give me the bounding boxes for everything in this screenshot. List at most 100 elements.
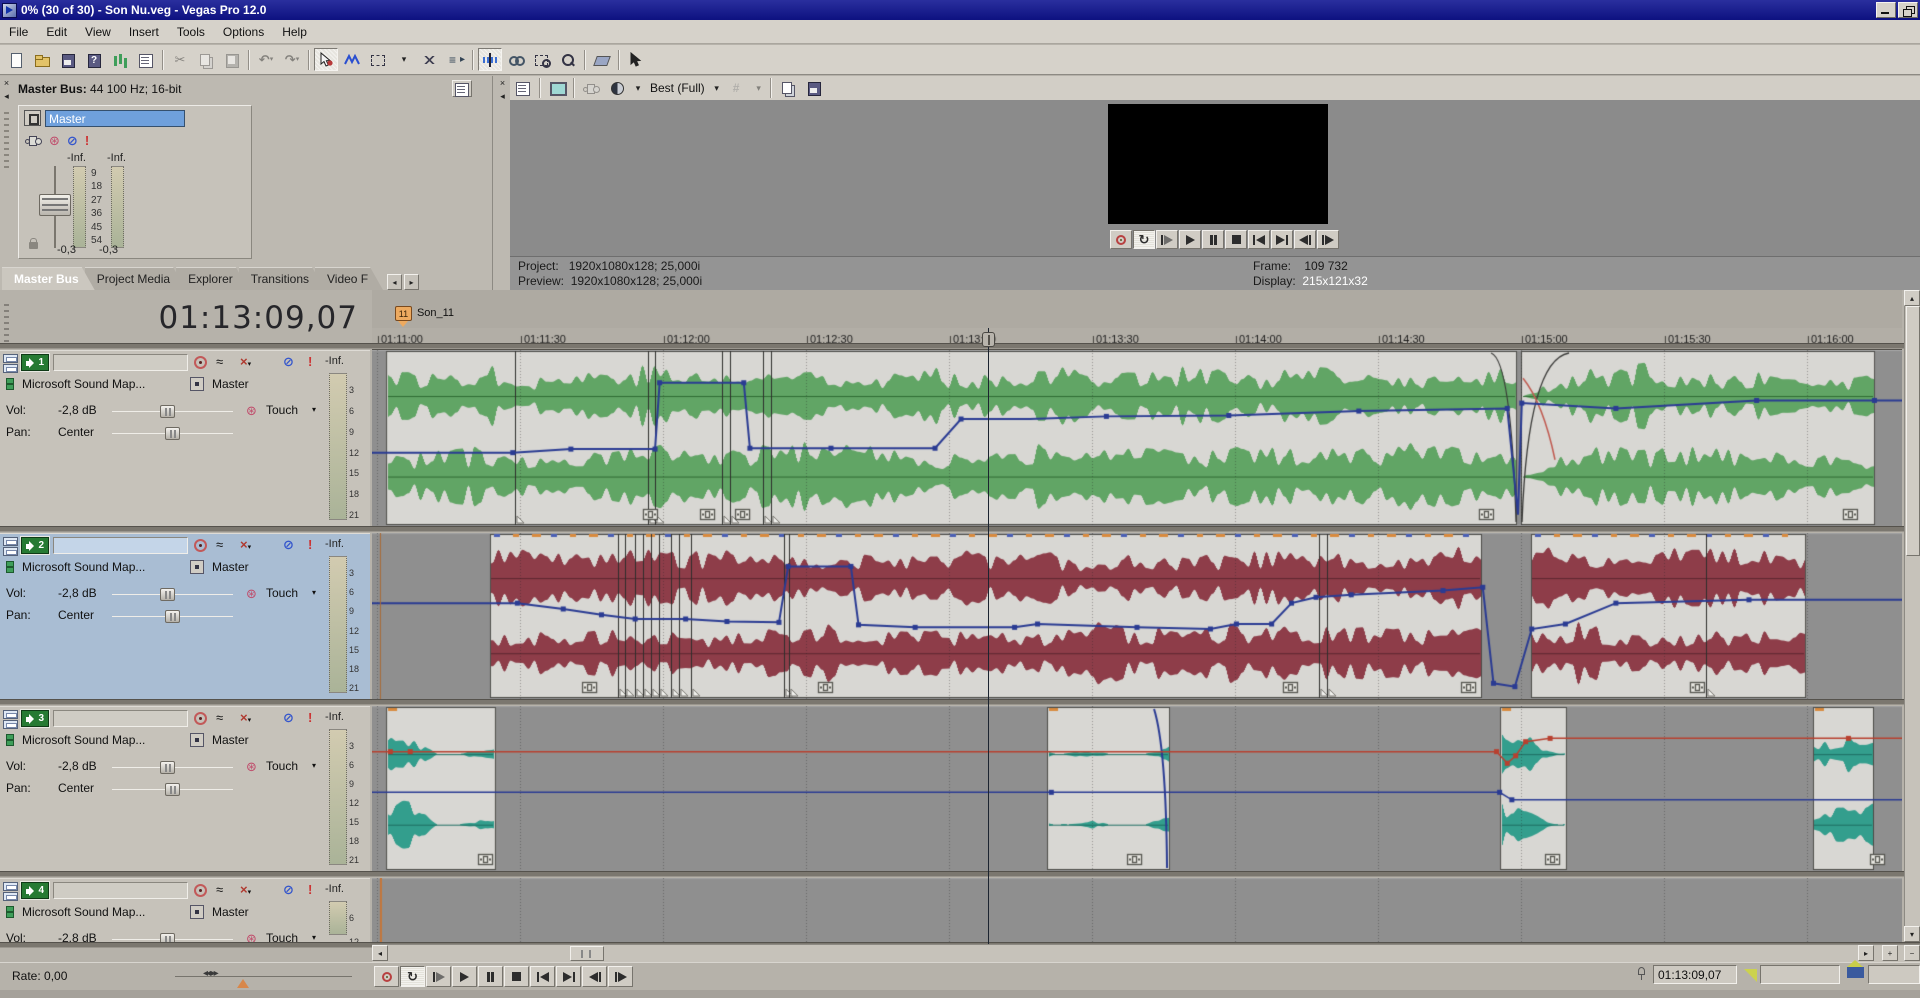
automation-mode[interactable]: Touch — [266, 403, 298, 417]
zoom-out-button[interactable]: − — [1904, 945, 1920, 961]
go-to-end-button[interactable] — [1271, 230, 1293, 249]
open-project-button[interactable] — [30, 48, 54, 71]
automation-settings-icon[interactable]: ⊛ — [246, 759, 257, 775]
vol-value-slider-handle[interactable] — [160, 405, 175, 418]
import-media-button[interactable] — [108, 48, 132, 71]
track-minimize-icon[interactable] — [3, 354, 18, 363]
bus-assign-icon[interactable] — [190, 560, 204, 574]
envelope-edit-tool-button[interactable] — [340, 48, 364, 71]
tab-master-bus[interactable]: Master Bus — [2, 267, 95, 290]
pan-value-slider-handle[interactable] — [165, 610, 180, 623]
menu-view[interactable]: View — [76, 22, 120, 42]
whats-this-help-button[interactable] — [624, 48, 648, 71]
track-device[interactable]: Microsoft Sound Map... — [22, 377, 145, 391]
selection-start-field[interactable] — [1760, 965, 1840, 984]
automation-mode[interactable]: Touch — [266, 931, 298, 942]
master-bus-icon[interactable] — [24, 110, 41, 126]
lock-icon[interactable] — [29, 242, 38, 249]
grid-overlay-button[interactable] — [726, 78, 750, 99]
external-monitor-button[interactable] — [545, 78, 569, 99]
track-fx-icon[interactable]: ×▾ — [240, 710, 251, 729]
edit-tool-dropdown-button[interactable]: ▾ — [392, 48, 416, 71]
selection-edit-tool-button[interactable] — [366, 48, 390, 71]
pause-button[interactable] — [1202, 230, 1224, 249]
pan-value-slider-handle[interactable] — [165, 783, 180, 796]
play-from-start-button[interactable] — [426, 966, 451, 987]
go-to-start-button[interactable] — [1248, 230, 1270, 249]
track-name-input[interactable] — [53, 882, 188, 899]
automation-mode-dropdown-icon[interactable]: ▾ — [312, 405, 316, 414]
mute-icon[interactable]: ⊘ — [283, 537, 294, 553]
close-dock-icon[interactable]: × — [1, 78, 12, 89]
scroll-down-icon[interactable]: ▾ — [1904, 926, 1920, 942]
solo-icon[interactable]: ! — [308, 354, 312, 370]
bus-assign-icon[interactable] — [190, 733, 204, 747]
record-button[interactable] — [1110, 230, 1132, 249]
play-from-start-button[interactable] — [1156, 230, 1178, 249]
insert-fx-icon[interactable] — [6, 734, 14, 746]
paste-button[interactable] — [220, 48, 244, 71]
solo-icon[interactable]: ! — [85, 134, 89, 147]
rate-scrub-handle[interactable]: ◂◂▪▸▸ — [203, 968, 217, 979]
track-minimize-icon[interactable] — [3, 882, 18, 891]
track-header-4[interactable]: 4≈×▾⊘!Microsoft Sound Map...MasterVol:-2… — [0, 878, 370, 942]
video-output-fx-button[interactable] — [579, 78, 603, 99]
track-fx-icon[interactable]: ×▾ — [240, 882, 251, 901]
edit-details-icon[interactable] — [452, 80, 472, 97]
track-name-input[interactable] — [53, 354, 188, 371]
split-screen-dropdown-icon[interactable]: ▾ — [631, 78, 645, 99]
pause-button[interactable] — [478, 966, 503, 987]
bus-fx-icon[interactable] — [24, 132, 42, 148]
track-minimize-icon[interactable] — [3, 710, 18, 719]
pan-value-slider-handle[interactable] — [165, 427, 180, 440]
enable-snapping-button[interactable] — [478, 48, 502, 71]
automation-mode-dropdown-icon[interactable]: ▾ — [312, 761, 316, 770]
track-maximize-icon[interactable] — [3, 547, 18, 556]
automation-settings-icon[interactable]: ⊛ — [246, 586, 257, 602]
next-frame-button[interactable] — [1317, 230, 1339, 249]
arm-record-icon[interactable] — [194, 712, 207, 725]
tab-video-f[interactable]: Video F — [315, 267, 383, 290]
undock-preview-icon[interactable]: ◂ — [497, 91, 508, 102]
track-envelope-icon[interactable]: ≈ — [216, 354, 223, 370]
zoom-selection-button[interactable] — [530, 48, 554, 71]
tab-explorer[interactable]: Explorer — [176, 267, 249, 290]
track-device[interactable]: Microsoft Sound Map... — [22, 733, 145, 747]
mute-icon[interactable]: ⊘ — [283, 710, 294, 726]
tab-scroll-right-icon[interactable]: ▸ — [404, 274, 419, 290]
loop-playback-button[interactable]: ↻ — [400, 966, 425, 987]
mute-icon[interactable]: ⊘ — [67, 134, 78, 147]
track-header-2[interactable]: 2≈×▾⊘!Microsoft Sound Map...MasterVol:-2… — [0, 533, 370, 700]
normal-edit-tool-button[interactable] — [314, 48, 338, 71]
status-timecode-field[interactable]: 01:13:09,07 — [1653, 965, 1737, 984]
automation-settings-icon[interactable]: ⊛ — [246, 403, 257, 419]
insert-fx-icon[interactable] — [6, 561, 14, 573]
horizontal-scrollbar[interactable]: ◂ ▸ + − — [372, 944, 1920, 962]
menu-options[interactable]: Options — [214, 22, 273, 42]
arm-record-icon[interactable] — [194, 539, 207, 552]
solo-icon[interactable]: ! — [308, 710, 312, 726]
go-to-start-button[interactable] — [530, 966, 555, 987]
track-name-input[interactable] — [53, 537, 188, 554]
previous-frame-button[interactable] — [582, 966, 607, 987]
undock-icon[interactable]: ◂ — [1, 91, 12, 102]
track-header-1[interactable]: 1≈×▾⊘!Microsoft Sound Map...MasterVol:-2… — [0, 350, 370, 527]
rate-slider-track[interactable] — [175, 976, 352, 977]
project-properties-button[interactable] — [82, 48, 106, 71]
track-envelope-icon[interactable]: ≈ — [216, 710, 223, 726]
save-snapshot-button[interactable] — [802, 78, 826, 99]
automation-settings-icon[interactable]: ⊛ — [49, 134, 60, 147]
track-fx-icon[interactable]: ×▾ — [240, 354, 251, 373]
solo-icon[interactable]: ! — [308, 882, 312, 898]
master-fader[interactable] — [39, 194, 71, 216]
solo-icon[interactable]: ! — [308, 537, 312, 553]
automation-mode[interactable]: Touch — [266, 586, 298, 600]
grid-overlay-dropdown-icon[interactable]: ▾ — [752, 78, 766, 99]
track-maximize-icon[interactable] — [3, 892, 18, 901]
group-events-button[interactable] — [504, 48, 528, 71]
track-envelope-icon[interactable]: ≈ — [216, 537, 223, 553]
insert-fx-icon[interactable] — [6, 378, 14, 390]
track-minimize-icon[interactable] — [3, 537, 18, 546]
tab-scroll-left-icon[interactable]: ◂ — [387, 274, 402, 290]
track-device[interactable]: Microsoft Sound Map... — [22, 905, 145, 919]
